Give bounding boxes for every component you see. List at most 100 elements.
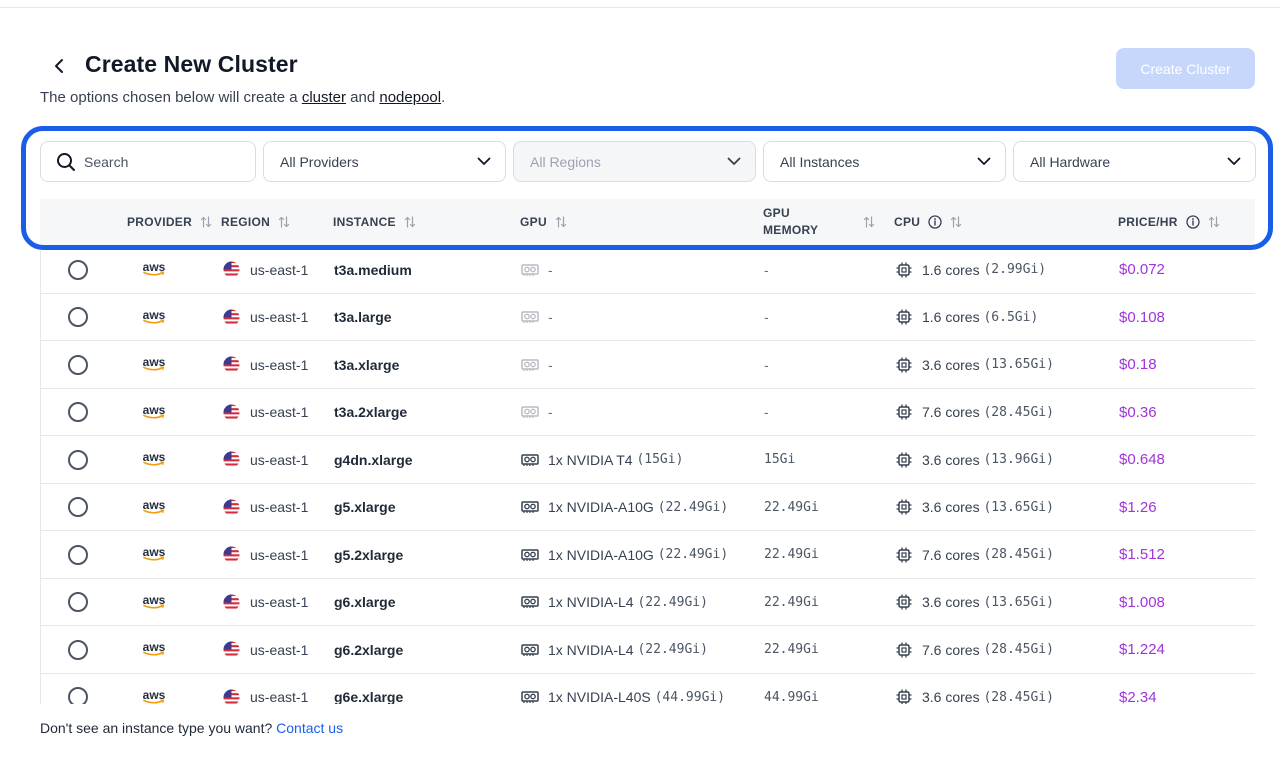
- chevron-left-icon: [55, 59, 63, 73]
- select-cell: [68, 674, 88, 704]
- cpu-cores: 7.6 cores: [922, 546, 980, 563]
- cpu-chip-icon: [895, 451, 913, 469]
- select-radio[interactable]: [68, 307, 88, 327]
- gpu-icon: [521, 358, 539, 372]
- table-row[interactable]: aws us-east-1 g5.xlarge 1x NVIDIA-A10G (22.…: [40, 483, 1255, 531]
- chevron-down-icon: [727, 157, 741, 166]
- select-radio[interactable]: [68, 687, 88, 704]
- price-cell: $0.108: [1119, 294, 1165, 341]
- nodepool-link[interactable]: nodepool: [379, 89, 441, 106]
- chevron-down-icon: [477, 157, 491, 166]
- cluster-link[interactable]: cluster: [302, 89, 346, 106]
- region-name: us-east-1: [250, 499, 309, 515]
- column-header-provider[interactable]: PROVIDER: [127, 199, 212, 245]
- region-cell: us-east-1: [223, 531, 308, 578]
- sort-icon[interactable]: [278, 216, 290, 228]
- gpu-memory-cell: -: [764, 341, 769, 388]
- select-radio[interactable]: [68, 449, 88, 470]
- table-row[interactable]: aws us-east-1 t3a.2xlarge - - 7.6 cores (28.4…: [40, 388, 1255, 436]
- column-header-gpu-memory[interactable]: GPU MEMORY: [763, 199, 818, 245]
- cpu-cores: 3.6 cores: [922, 499, 980, 515]
- select-radio[interactable]: [68, 259, 88, 280]
- sort-icon[interactable]: [555, 216, 567, 228]
- select-radio[interactable]: [68, 354, 88, 375]
- gpu-memory-detail: (22.49Gi): [637, 594, 708, 610]
- column-header-instance[interactable]: INSTANCE: [333, 199, 416, 245]
- cpu-cores: 3.6 cores: [922, 689, 980, 704]
- instance-name: g6.xlarge: [334, 594, 396, 610]
- us-flag-icon: [223, 403, 240, 421]
- cpu-cores: 7.6 cores: [922, 641, 980, 658]
- instances-dropdown[interactable]: All Instances: [763, 141, 1006, 182]
- table-row[interactable]: aws us-east-1 g6.2xlarge 1x NVIDIA-L4 (22.4…: [40, 626, 1255, 674]
- regions-dropdown[interactable]: All Regions: [513, 141, 756, 182]
- gpu-name: 1x NVIDIA T4: [548, 451, 633, 468]
- table-row[interactable]: aws us-east-1 g4dn.xlarge 1x NVIDIA T4 (15G…: [40, 436, 1255, 484]
- create-cluster-button[interactable]: Create Cluster: [1116, 48, 1255, 89]
- select-cell: [68, 626, 88, 673]
- gpu-icon: [521, 548, 539, 562]
- instance-name: t3a.large: [334, 309, 392, 325]
- table-row[interactable]: aws us-east-1 g6.xlarge 1x NVIDIA-L4 (22.49…: [40, 578, 1255, 626]
- info-icon[interactable]: [1186, 215, 1200, 229]
- select-radio[interactable]: [68, 497, 88, 517]
- sort-icon[interactable]: [863, 216, 875, 228]
- region-name: us-east-1: [250, 689, 309, 704]
- chevron-down-icon: [1227, 157, 1241, 166]
- select-radio[interactable]: [68, 544, 88, 565]
- column-header-gpu[interactable]: GPU: [520, 199, 567, 245]
- price-cell: $1.512: [1119, 531, 1165, 578]
- sort-icon[interactable]: [950, 216, 962, 228]
- providers-dropdown[interactable]: All Providers: [263, 141, 506, 182]
- price-value: $2.34: [1119, 688, 1157, 705]
- search-box[interactable]: [40, 141, 256, 182]
- cpu-memory: (13.65Gi): [983, 357, 1054, 372]
- gpu-memory: 44.99Gi: [764, 689, 819, 705]
- region-name: us-east-1: [250, 356, 309, 373]
- top-divider: [0, 7, 1280, 8]
- cpu-memory: (13.65Gi): [983, 499, 1054, 515]
- gpu-memory-detail: (22.49Gi): [637, 642, 708, 657]
- select-cell: [68, 484, 88, 531]
- table-row[interactable]: aws us-east-1 g5.2xlarge 1x NVIDIA-A10G (22…: [40, 531, 1255, 579]
- select-radio[interactable]: [68, 402, 88, 422]
- contact-us-link[interactable]: Contact us: [276, 720, 343, 736]
- sort-icon[interactable]: [200, 216, 212, 228]
- gpu-icon: [521, 643, 539, 657]
- region-cell: us-east-1: [223, 341, 308, 388]
- gpu-memory-cell: 44.99Gi: [764, 674, 819, 705]
- instance-cell: g4dn.xlarge: [334, 436, 413, 483]
- sort-icon[interactable]: [1208, 216, 1220, 228]
- instance-cell: t3a.2xlarge: [334, 389, 407, 436]
- provider-cell: aws: [142, 579, 166, 626]
- cpu-chip-icon: [895, 403, 913, 421]
- region-cell: us-east-1: [223, 389, 308, 436]
- chevron-down-icon: [977, 157, 991, 166]
- provider-cell: aws: [142, 674, 166, 705]
- region-name: us-east-1: [250, 546, 309, 563]
- gpu-memory-sort[interactable]: [855, 199, 875, 245]
- column-header-cpu[interactable]: CPU: [894, 199, 962, 245]
- gpu-cell: 1x NVIDIA-A10G (22.49Gi): [521, 484, 728, 531]
- info-icon[interactable]: [928, 215, 942, 229]
- column-label: PROVIDER: [127, 215, 193, 229]
- gpu-memory: -: [764, 356, 769, 373]
- search-input[interactable]: [84, 153, 234, 170]
- table-row[interactable]: aws us-east-1 t3a.medium - - 1.6 cores (2.99G…: [40, 246, 1255, 294]
- table-row[interactable]: aws us-east-1 t3a.large - - 1.6 cores (6.5Gi)…: [40, 293, 1255, 341]
- column-header-price[interactable]: PRICE/HR: [1118, 199, 1220, 245]
- hardware-dropdown[interactable]: All Hardware: [1013, 141, 1256, 182]
- gpu-name: 1x NVIDIA-L4: [548, 641, 634, 658]
- provider-cell: aws: [142, 246, 166, 293]
- back-button[interactable]: [48, 54, 70, 78]
- table-row[interactable]: aws us-east-1 g6e.xlarge 1x NVIDIA-L40S (44…: [40, 673, 1255, 705]
- sort-icon[interactable]: [404, 216, 416, 228]
- select-radio[interactable]: [68, 592, 88, 612]
- table-row[interactable]: aws us-east-1 t3a.xlarge - - 3.6 cores (13.65…: [40, 341, 1255, 389]
- gpu-icon: [521, 690, 539, 704]
- gpu-icon: [521, 500, 539, 514]
- select-radio[interactable]: [68, 639, 88, 660]
- provider-cell: aws: [142, 341, 166, 388]
- cpu-memory: (28.45Gi): [983, 642, 1054, 657]
- column-header-region[interactable]: REGION: [221, 199, 290, 245]
